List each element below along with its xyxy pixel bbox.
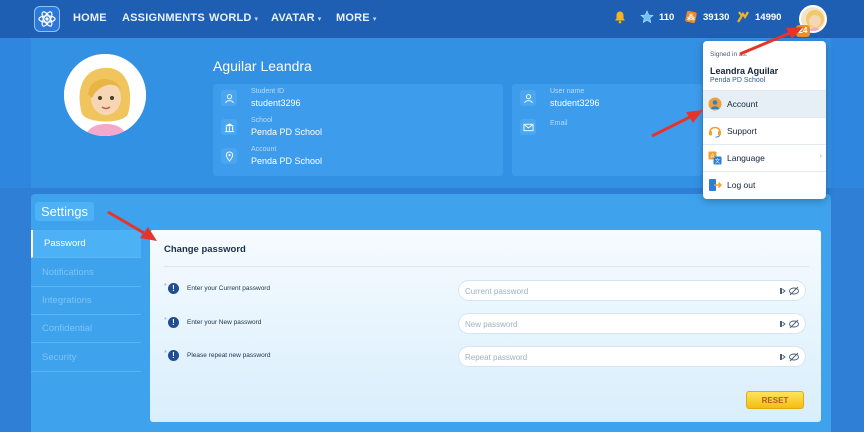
current-password-field [458,280,806,301]
nav-world-label: WORLD [209,12,252,24]
menu-label: Log out [727,180,756,190]
coin-icon: ⁂ [684,10,698,24]
menu-item-account[interactable]: Account [703,90,826,117]
current-password-label: Enter your Current password [187,285,271,292]
nav-more-label: MORE [336,12,370,24]
top-nav: HOME ASSIGNMENTS WORLD ▾ AVATAR ▾ MORE ▾ 11… [0,0,864,38]
new-password-input[interactable] [465,317,765,331]
required-marker: * [164,317,167,324]
field-label: Account [251,146,277,153]
field-value: student3296 [251,98,301,108]
eye-off-icon[interactable] [780,352,800,362]
divider [164,266,809,267]
svg-text:⁂: ⁂ [687,12,695,22]
person-icon [520,90,536,106]
translate-icon: A文 [708,151,722,165]
menu-label: Account [727,99,758,109]
nav-more[interactable]: MORE ▾ [336,12,377,24]
current-password-input[interactable] [465,284,765,298]
star-icon [640,10,654,24]
menu-item-logout[interactable]: Log out [703,171,826,198]
chevron-right-icon: › [819,153,822,160]
xp-counter: 14990 [736,10,781,24]
info-icon: ! [168,317,179,328]
field-value: Penda PD School [251,156,323,166]
field-value: Penda PD School [251,127,323,137]
atom-logo-icon[interactable] [34,6,60,32]
mail-icon [520,119,536,135]
new-password-field [458,313,806,334]
repeat-password-label: Please repeat new password [187,352,271,359]
chevron-down-icon: ▾ [254,16,259,23]
field-label: School [251,117,273,124]
field-label: Student ID [251,88,285,95]
profile-contact-card [512,84,702,176]
settings-title: Settings [35,202,94,221]
xp-value: 14990 [755,11,782,23]
nav-assignments[interactable]: ASSIGNMENTS [122,12,205,24]
eye-off-icon[interactable] [780,286,800,296]
repeat-password-input[interactable] [465,350,765,364]
svg-text:文: 文 [715,157,721,165]
chevron-down-icon: ▾ [372,16,377,23]
info-icon: ! [168,350,179,361]
field-value: student3296 [550,98,600,108]
required-marker: * [164,283,167,290]
headset-icon [708,124,722,138]
sidebar-item-security[interactable]: Security [31,344,141,372]
account-icon [708,97,722,111]
info-icon: ! [168,283,179,294]
bell-icon [613,10,627,24]
person-icon [221,90,237,106]
new-password-label: Enter your New password [187,319,262,326]
profile-name: Aguilar Leandra [213,58,312,74]
user-dropdown-menu: Signed in as: Leandra Aguilar Penda PD S… [703,41,826,199]
sidebar-item-password[interactable]: Password [31,230,141,258]
field-label: User name [550,88,585,95]
profile-avatar [64,54,146,136]
coins-value: 39130 [703,11,730,23]
sidebar-item-integrations[interactable]: Integrations [31,287,141,315]
notifications-button[interactable] [613,10,632,24]
menu-item-language[interactable]: A文 Language › [703,144,826,171]
dropdown-user-school: Penda PD School [710,77,766,84]
menu-item-support[interactable]: Support [703,117,826,144]
coins-counter: ⁂ 39130 [684,10,729,24]
nav-avatar[interactable]: AVATAR ▾ [271,12,322,24]
logout-icon [708,178,723,192]
reset-button[interactable]: RESET [746,391,804,409]
stars-counter: 110 [640,10,674,24]
sidebar-item-notifications[interactable]: Notifications [31,259,141,287]
panel-title: Change password [164,244,246,255]
signed-in-label: Signed in as: [710,51,748,58]
nav-world[interactable]: WORLD ▾ [209,12,258,24]
stars-value: 110 [659,11,675,23]
school-icon [221,119,237,135]
dropdown-user-name: Leandra Aguilar [710,66,779,76]
sidebar-item-confidential[interactable]: Confidential [31,315,141,343]
required-marker: * [164,350,167,357]
menu-label: Language [727,153,765,163]
xp-icon [736,10,750,24]
nav-home[interactable]: HOME [73,12,107,24]
level-badge: 24 [796,25,810,37]
eye-off-icon[interactable] [780,319,800,329]
nav-avatar-label: AVATAR [271,12,315,24]
field-label: Email [550,120,568,127]
location-icon [221,148,237,164]
repeat-password-field [458,346,806,367]
menu-label: Support [727,126,757,136]
chevron-down-icon: ▾ [317,16,322,23]
